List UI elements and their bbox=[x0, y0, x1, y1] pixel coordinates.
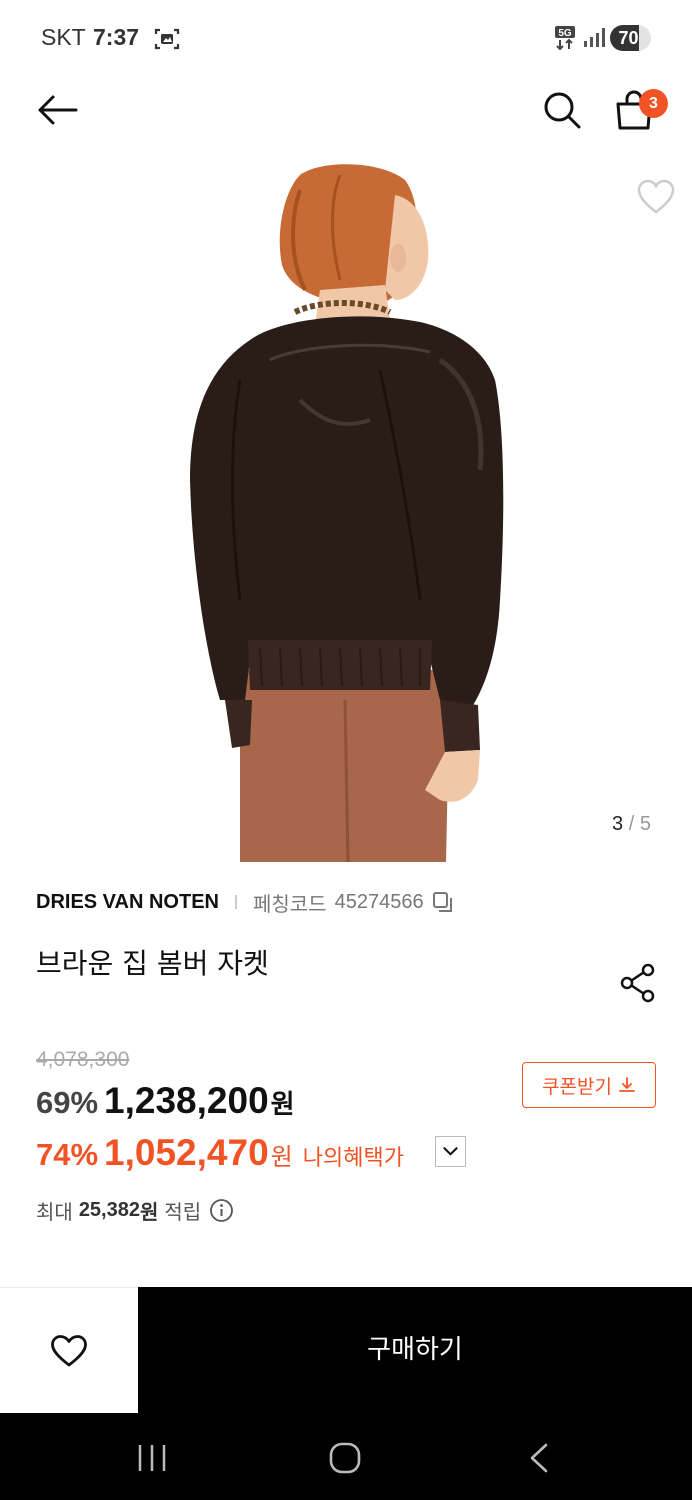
system-back-icon[interactable] bbox=[528, 1443, 550, 1473]
buy-button[interactable]: 구매하기 bbox=[138, 1287, 692, 1413]
chevron-down-icon[interactable] bbox=[435, 1136, 466, 1167]
recent-apps-icon[interactable] bbox=[136, 1443, 168, 1473]
sale-price: 1,238,200 bbox=[104, 1080, 269, 1121]
status-bar: SKT 7:37 5G 70 bbox=[0, 0, 692, 76]
image-counter-current: 3 bbox=[612, 813, 624, 835]
points-row: 최대 25,382 원 적립 bbox=[36, 1196, 234, 1225]
signal-icon bbox=[584, 28, 605, 47]
benefit-rate: 74% bbox=[36, 1137, 99, 1172]
divider bbox=[234, 895, 237, 909]
benefit-price-row: 74% 1,052,470 원 나의혜택가 bbox=[36, 1132, 404, 1174]
points-prefix: 최대 bbox=[36, 1200, 73, 1224]
battery-level: 70 bbox=[618, 28, 639, 48]
sale-price-row: 69% 1,238,200 원 bbox=[36, 1080, 295, 1122]
brand-row: DRIES VAN NOTEN 페칭코드 45274566 bbox=[36, 888, 454, 916]
fetch-code-label: 페칭코드 bbox=[252, 891, 327, 916]
brand-name[interactable]: DRIES VAN NOTEN bbox=[36, 891, 219, 914]
coupon-download-button[interactable]: 쿠폰받기 bbox=[522, 1062, 656, 1108]
product-title: 브라운 집 봄버 자켓 bbox=[36, 947, 269, 980]
cart-count-badge: 3 bbox=[639, 89, 668, 118]
system-nav-bar bbox=[0, 1413, 692, 1500]
bottom-wishlist-button[interactable] bbox=[0, 1287, 138, 1413]
screenshot-icon bbox=[154, 28, 180, 50]
discount-rate: 69% bbox=[36, 1085, 99, 1120]
benefit-price: 1,052,470 bbox=[104, 1132, 269, 1173]
share-icon[interactable] bbox=[618, 962, 658, 1004]
top-nav bbox=[0, 76, 692, 146]
back-arrow-icon[interactable] bbox=[34, 90, 82, 130]
heart-icon bbox=[51, 1335, 87, 1367]
network-5g-icon: 5G bbox=[555, 26, 575, 51]
copy-icon[interactable] bbox=[432, 891, 454, 913]
points-value: 25,382 bbox=[78, 1199, 140, 1221]
network-label: 5G bbox=[558, 28, 572, 39]
product-photo bbox=[190, 164, 504, 862]
points-suffix: 적립 bbox=[164, 1200, 202, 1224]
home-icon[interactable] bbox=[328, 1441, 362, 1475]
original-price: 4,078,300 bbox=[36, 1048, 130, 1071]
sale-price-currency: 원 bbox=[270, 1090, 295, 1120]
battery-icon: 70 bbox=[610, 25, 651, 51]
download-icon bbox=[619, 1077, 635, 1092]
benefit-price-currency: 원 bbox=[270, 1143, 293, 1171]
image-counter-separator: / bbox=[628, 813, 635, 835]
search-icon[interactable] bbox=[540, 88, 584, 132]
image-counter: 3 / 5 bbox=[612, 813, 651, 836]
coupon-label: 쿠폰받기 bbox=[542, 1075, 612, 1098]
product-image[interactable] bbox=[0, 156, 692, 862]
wishlist-heart-icon[interactable] bbox=[636, 178, 676, 216]
bottom-action-bar: 구매하기 bbox=[0, 1287, 692, 1413]
points-unit: 원 bbox=[139, 1200, 159, 1224]
info-icon[interactable] bbox=[209, 1198, 234, 1223]
fetch-code-value: 45274566 bbox=[334, 890, 424, 913]
status-carrier: SKT bbox=[41, 24, 86, 50]
status-time: 7:37 bbox=[93, 24, 140, 50]
image-counter-total: 5 bbox=[639, 813, 651, 835]
benefit-label: 나의혜택가 bbox=[302, 1146, 404, 1171]
